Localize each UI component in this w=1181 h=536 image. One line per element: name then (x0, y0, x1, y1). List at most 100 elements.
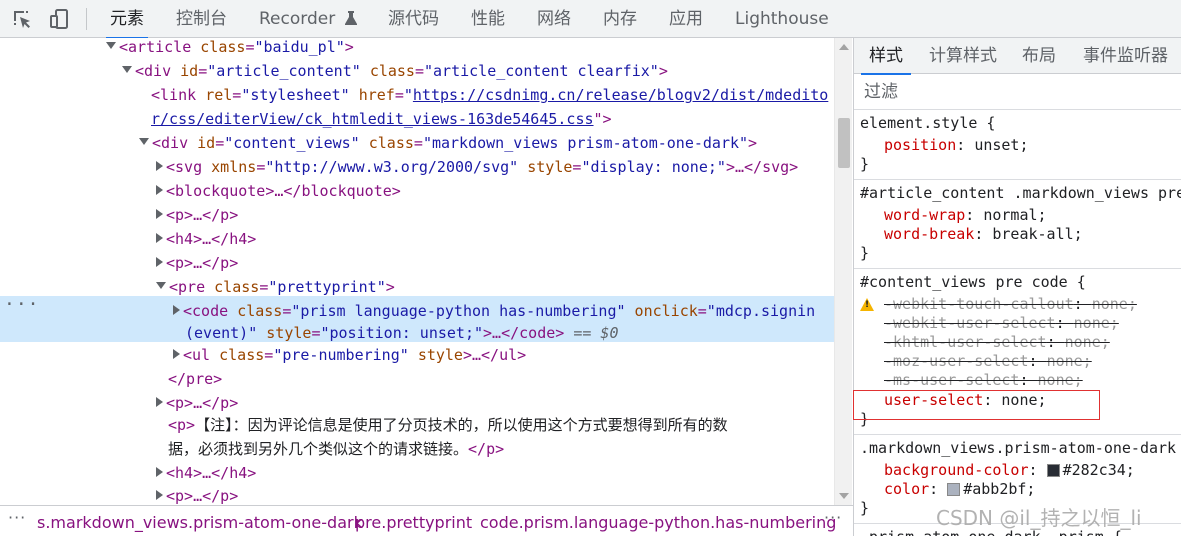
property-name: -webkit-user-select (884, 314, 1056, 332)
property-value: normal; (983, 206, 1047, 224)
breadcrumb-overflow-icon[interactable]: ··· (8, 508, 26, 527)
tree-node-blockquote[interactable]: <blockquote>…</blockquote> (0, 179, 834, 203)
collapse-triangle-icon[interactable] (106, 42, 116, 49)
collapse-triangle-icon[interactable] (122, 66, 132, 73)
tab-console[interactable]: 控制台 (176, 0, 227, 38)
css-property[interactable]: color: #abb2bf; (884, 480, 1035, 499)
tag-close: > (658, 62, 668, 80)
tree-node-svg[interactable]: <svg xmlns="http://www.w3.org/2000/svg" … (0, 155, 834, 179)
expand-triangle-icon[interactable] (173, 348, 180, 359)
tree-node-code-selected[interactable]: <code class = "prism language-python has-n… (0, 299, 834, 323)
attr-value: "content_views" (224, 134, 360, 152)
toolbar-separator (86, 8, 87, 30)
tag-collapsed: >…</ul> (462, 346, 527, 364)
tree-node-pre[interactable]: <pre class="prettyprint"> (0, 275, 834, 299)
css-property[interactable]: word-break: break-all; (884, 225, 1083, 244)
tree-node-p[interactable]: <p>…</p> (0, 203, 834, 227)
expand-triangle-icon[interactable] (156, 396, 163, 407)
attr-eq: = (198, 62, 208, 80)
css-property-overridden[interactable]: -moz-user-select: none; (884, 352, 1092, 371)
expand-triangle-icon[interactable] (156, 160, 163, 171)
tab-performance[interactable]: 性能 (471, 0, 505, 38)
attr-name: href (358, 86, 395, 104)
attr-value: "markdown_views prism-atom-one-dark" (422, 134, 749, 152)
breadcrumb-item[interactable]: pre.prettyprint (355, 513, 472, 532)
stylesheet-link-cont[interactable]: r/css/editerView/ck_htmledit_views-163de… (151, 110, 594, 128)
css-property[interactable]: position: unset; (884, 136, 1029, 155)
attr-value: "article_content clearfix" (424, 62, 659, 80)
attr-eq: = (259, 278, 269, 296)
rule-selector[interactable]: element.style { (860, 114, 995, 133)
tab-event-listeners[interactable]: 事件监听器 (1083, 38, 1168, 74)
tab-layout[interactable]: 布局 (1022, 38, 1056, 74)
tag-name: <svg (166, 158, 203, 176)
tag-name: <code (183, 302, 229, 320)
attr-name: class (369, 62, 415, 80)
css-property-overridden[interactable]: -webkit-touch-callout: none; (884, 295, 1137, 314)
breadcrumb-item[interactable]: s.markdown_views.prism-atom-one-dark (37, 513, 363, 532)
inspect-element-icon[interactable] (10, 7, 34, 31)
tree-node-h4[interactable]: <h4>…</h4> (0, 461, 834, 485)
collapse-triangle-icon[interactable] (139, 138, 149, 145)
css-property[interactable]: background-color: #282c34; (884, 461, 1135, 480)
scroll-up-arrow-icon[interactable] (839, 44, 849, 50)
breadcrumb-overflow-icon[interactable]: ··· (824, 508, 842, 527)
color-swatch[interactable] (1046, 464, 1060, 477)
warning-icon[interactable] (860, 298, 874, 311)
elements-scrollbar[interactable] (834, 38, 852, 505)
device-toolbar-icon[interactable] (48, 7, 72, 31)
tree-node-article[interactable]: <article class="baidu_pl"> (0, 38, 834, 59)
tree-node-p-note[interactable]: <p>【注】：因为评论信息是使用了分页技术的，所以使用这个方式要想得到所有的数 (0, 413, 834, 437)
tab-application[interactable]: 应用 (669, 0, 703, 38)
tree-node-code-cont[interactable]: (event)" style="position: unset;">…</cod… (0, 321, 834, 345)
expand-triangle-icon[interactable] (156, 232, 163, 243)
collapse-triangle-icon[interactable] (156, 282, 166, 289)
expand-triangle-icon[interactable] (156, 208, 163, 219)
tab-network[interactable]: 网络 (537, 0, 571, 38)
expand-triangle-icon[interactable] (173, 304, 180, 315)
filter-input[interactable] (864, 80, 1164, 104)
attr-eq: = (394, 86, 404, 104)
tab-elements[interactable]: 元素 (106, 0, 148, 39)
tree-node-link[interactable]: <link rel="stylesheet" href="https://csd… (0, 83, 834, 107)
tab-lighthouse[interactable]: Lighthouse (735, 0, 829, 38)
css-property-overridden[interactable]: -webkit-user-select: none; (884, 314, 1119, 333)
attr-value: "prism language-python has-numbering" (291, 302, 626, 320)
css-property[interactable]: word-wrap: normal; (884, 206, 1047, 225)
expand-triangle-icon[interactable] (156, 256, 163, 267)
property-name: position (884, 136, 957, 154)
rule-separator (854, 434, 1181, 435)
tree-node-p[interactable]: <p>…</p> (0, 391, 834, 415)
tab-memory[interactable]: 内存 (603, 0, 637, 38)
tree-node-p[interactable]: <p>…</p> (0, 251, 834, 275)
property-name: -moz-user-select (884, 352, 1029, 370)
tree-node-p[interactable]: <p>…</p> (0, 484, 834, 505)
rule-selector[interactable]: #article_content .markdown_views pre (860, 184, 1181, 203)
tree-node-article-content[interactable]: <div id="article_content" class="article… (0, 59, 834, 83)
tree-node-ul[interactable]: <ul class="pre-numbering" style>…</ul> (0, 343, 834, 367)
tab-recorder[interactable]: Recorder (259, 0, 358, 38)
attr-name: rel (205, 86, 233, 104)
expand-triangle-icon[interactable] (156, 489, 163, 500)
scrollbar-thumb[interactable] (838, 118, 850, 168)
color-swatch[interactable] (947, 483, 961, 496)
css-property-overridden[interactable]: -khtml-user-select: none; (884, 333, 1110, 352)
tree-node-content-views[interactable]: <div id="content_views" class="markdown_… (0, 131, 834, 155)
tab-sources[interactable]: 源代码 (388, 0, 439, 38)
tree-node-pre-close[interactable]: </pre> (0, 367, 834, 391)
attr-name: id (197, 134, 216, 152)
rule-selector[interactable]: .markdown_views.prism-atom-one-dark (860, 439, 1176, 458)
stylesheet-link[interactable]: https://csdnimg.cn/release/blogv2/dist/m… (413, 86, 828, 104)
tab-styles[interactable]: 样式 (861, 38, 911, 75)
attr-name: xmlns (211, 158, 257, 176)
tree-node-h4[interactable]: <h4>…</h4> (0, 227, 834, 251)
expand-triangle-icon[interactable] (156, 466, 163, 477)
scroll-down-arrow-icon[interactable] (839, 493, 849, 499)
brace: } (860, 244, 870, 262)
tab-computed[interactable]: 计算样式 (929, 38, 997, 74)
css-property-overridden[interactable]: -ms-user-select: none; (884, 371, 1083, 390)
breadcrumb-item[interactable]: code.prism.language-python.has-numbering (480, 513, 836, 532)
expand-triangle-icon[interactable] (156, 184, 163, 195)
tag-name: <h4>…</h4> (166, 464, 257, 482)
rule-selector[interactable]: #content_views pre code { (860, 273, 1086, 292)
